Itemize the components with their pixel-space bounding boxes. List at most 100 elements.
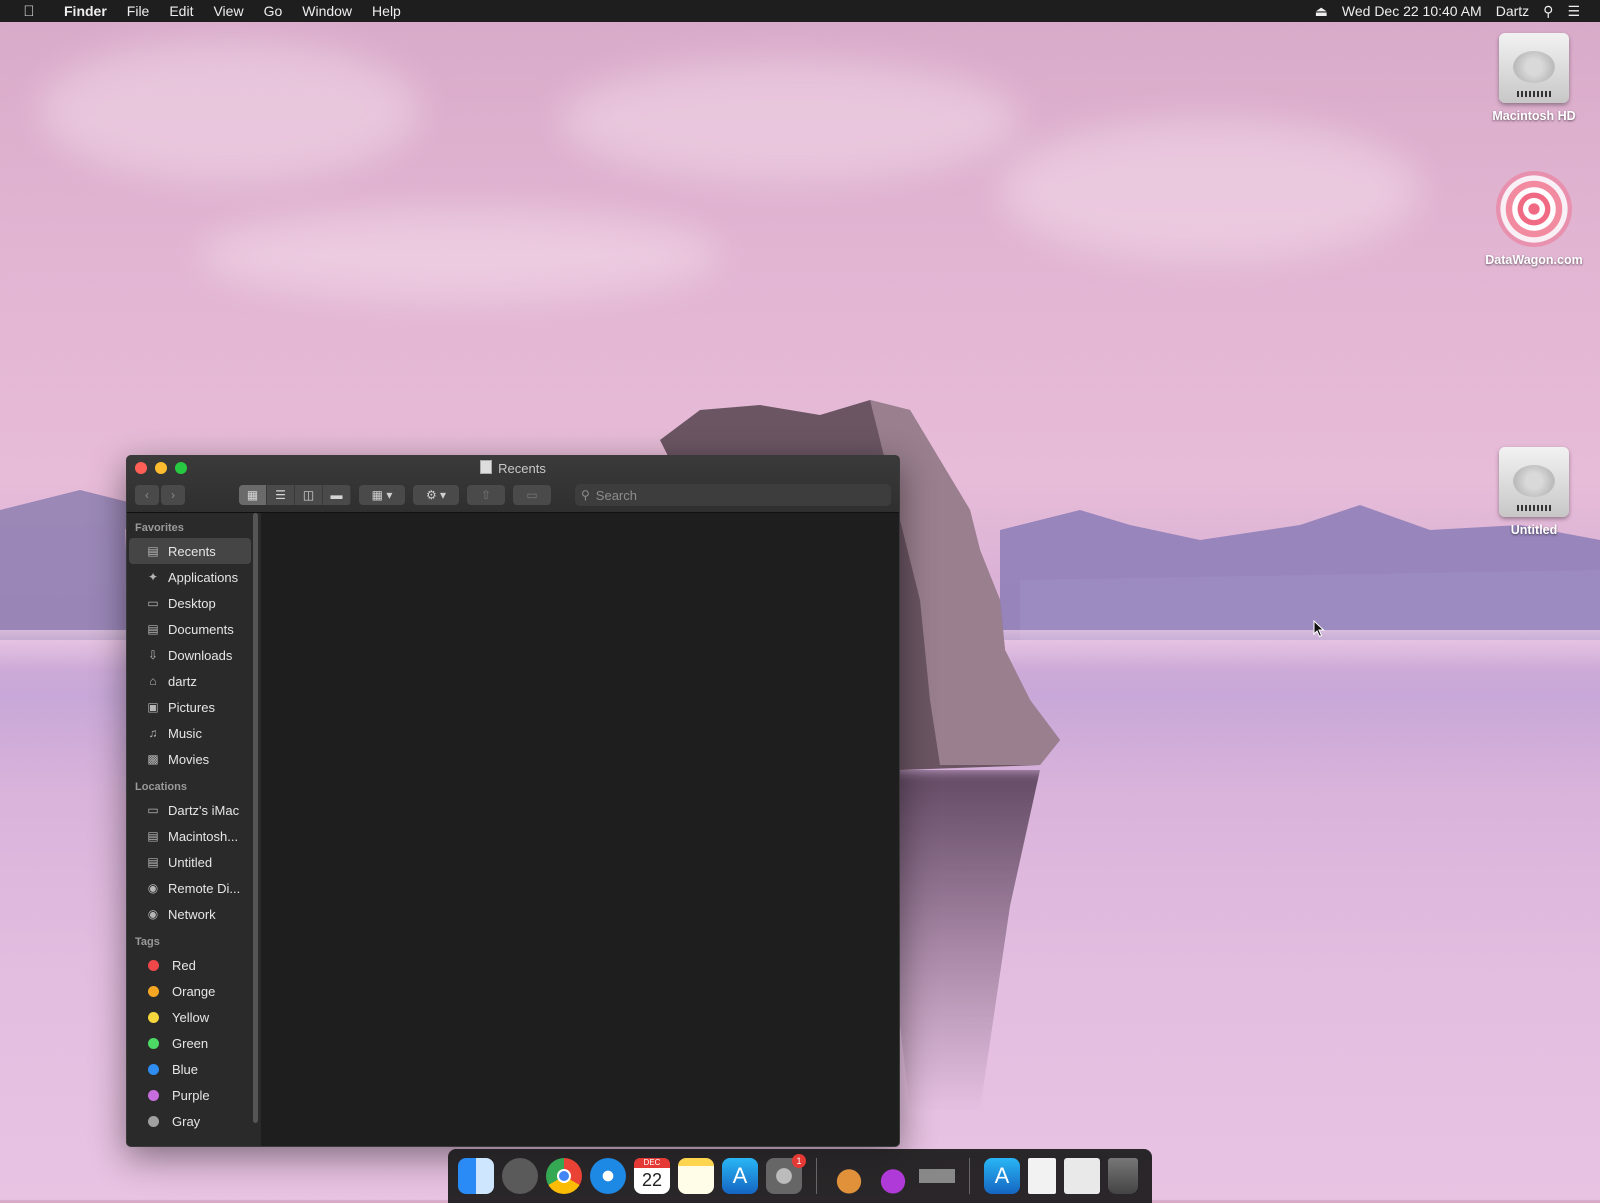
sidebar-item-label: Network — [168, 906, 216, 922]
sidebar-item-label: Green — [172, 1035, 209, 1051]
sidebar-tag-yellow[interactable]: Yellow — [127, 1004, 261, 1030]
launchpad-icon[interactable] — [502, 1158, 538, 1194]
sidebar-item-label: Purple — [172, 1087, 210, 1103]
sidebar-tag-red[interactable]: Red — [127, 952, 261, 978]
menu-edit[interactable]: Edit — [159, 3, 203, 19]
sidebar-item-home[interactable]: ⌂ dartz — [127, 668, 261, 694]
sidebar-item-downloads[interactable]: ⇩ Downloads — [127, 642, 261, 668]
trash-icon[interactable] — [1108, 1158, 1138, 1194]
desktop-icon-untitled[interactable]: Untitled — [1474, 447, 1594, 537]
dock: DEC 22 A 1 A — [448, 1149, 1152, 1203]
forward-button[interactable]: › — [161, 485, 185, 505]
list-view-button[interactable]: ☰ — [267, 485, 295, 505]
sidebar-section-favorites: Favorites — [135, 522, 184, 534]
document-icon[interactable] — [1028, 1158, 1056, 1194]
sidebar-item-label: Remote Di... — [168, 880, 241, 896]
tag-color-dot — [148, 1115, 159, 1127]
app-store-icon[interactable]: A — [984, 1158, 1020, 1194]
pictures-icon: ▣ — [147, 700, 159, 714]
tag-color-dot — [148, 985, 159, 997]
web-location-icon — [1496, 171, 1572, 247]
calendar-day: 22 — [641, 1170, 663, 1190]
desktop-icon-datawagon[interactable]: DataWagon.com — [1474, 171, 1594, 267]
document-icon[interactable] — [1064, 1158, 1100, 1194]
search-field[interactable]: ⚲ Search — [575, 484, 891, 506]
eject-icon[interactable]: ⏏ — [1315, 3, 1328, 20]
sidebar-item-music[interactable]: ♫ Music — [127, 720, 261, 746]
sidebar-item-documents[interactable]: ▤ Documents — [127, 616, 261, 642]
notes-icon[interactable] — [678, 1158, 714, 1194]
window-titlebar[interactable]: Recents ‹ › ▦ ☰ ◫ ▬ ▦ ▾ ⚙ ▾ ⇧ ▭ ⚲ Search — [127, 456, 899, 513]
utility-app-icon[interactable] — [875, 1158, 911, 1194]
chrome-icon[interactable] — [546, 1158, 582, 1194]
sidebar-tag-gray[interactable]: Gray — [127, 1108, 261, 1134]
menu-help[interactable]: Help — [362, 3, 411, 19]
sidebar-item-recents[interactable]: ▤ Recents — [129, 538, 251, 564]
sidebar-tag-green[interactable]: Green — [127, 1030, 261, 1056]
sidebar-item-label: Movies — [168, 751, 210, 767]
back-button[interactable]: ‹ — [135, 485, 159, 505]
gallery-view-button[interactable]: ▬ — [323, 485, 351, 505]
system-preferences-icon[interactable]: 1 — [766, 1154, 806, 1194]
sidebar-item-label: dartz — [168, 673, 197, 689]
menu-view[interactable]: View — [203, 3, 253, 19]
edit-tags-button[interactable]: ▭ — [513, 485, 551, 505]
dock-separator — [969, 1158, 970, 1194]
sidebar-item-desktop[interactable]: ▭ Desktop — [127, 590, 261, 616]
menu-bar:  Finder File Edit View Go Window Help ⏏… — [0, 0, 1600, 22]
home-icon: ⌂ — [149, 674, 157, 688]
menu-clock[interactable]: Wed Dec 22 10:40 AM — [1342, 3, 1482, 19]
menu-go[interactable]: Go — [254, 3, 293, 19]
sidebar-item-remote-disc[interactable]: ◉ Remote Di... — [127, 875, 261, 901]
sidebar-item-untitled[interactable]: ▤ Untitled — [127, 849, 261, 875]
column-view-button[interactable]: ◫ — [295, 485, 323, 505]
utility-app-icon[interactable] — [831, 1158, 867, 1194]
sidebar-item-macintosh-hd[interactable]: ▤ Macintosh... — [127, 823, 261, 849]
apple-menu-icon[interactable]:  — [20, 3, 38, 20]
sidebar-item-pictures[interactable]: ▣ Pictures — [127, 694, 261, 720]
desktop-icon-label: Untitled — [1510, 523, 1558, 537]
sidebar-item-label: Blue — [172, 1061, 199, 1077]
finder-icon[interactable] — [458, 1158, 494, 1194]
sidebar-scrollbar[interactable] — [253, 513, 258, 1123]
utility-app-icon[interactable] — [919, 1158, 955, 1194]
sidebar-item-network[interactable]: ◉ Network — [127, 901, 261, 927]
calendar-icon[interactable]: DEC 22 — [634, 1158, 670, 1194]
desktop-icon: ▭ — [147, 596, 159, 610]
menu-window[interactable]: Window — [292, 3, 362, 19]
hard-drive-icon — [1499, 447, 1569, 517]
sidebar-item-label: Music — [168, 725, 202, 741]
wallpaper-cloud — [1000, 120, 1420, 260]
sidebar-tag-blue[interactable]: Blue — [127, 1056, 261, 1082]
network-icon: ◉ — [147, 907, 159, 921]
sidebar-item-label: Recents — [168, 543, 216, 559]
sidebar-tag-orange[interactable]: Orange — [127, 978, 261, 1004]
menu-user[interactable]: Dartz — [1496, 3, 1529, 19]
sidebar-tag-purple[interactable]: Purple — [127, 1082, 261, 1108]
music-icon: ♫ — [148, 726, 158, 740]
sidebar-item-label: Gray — [172, 1113, 201, 1129]
menu-app-name[interactable]: Finder — [54, 3, 117, 19]
spotlight-search-icon[interactable]: ⚲ — [1543, 3, 1553, 20]
hard-drive-icon — [1499, 33, 1569, 103]
sidebar-item-imac[interactable]: ▭ Dartz's iMac — [127, 797, 261, 823]
app-store-icon[interactable]: A — [722, 1158, 758, 1194]
sidebar-item-movies[interactable]: ▩ Movies — [127, 746, 261, 772]
notification-center-icon[interactable]: ☰ — [1567, 3, 1580, 20]
menu-file[interactable]: File — [117, 3, 160, 19]
action-gear-button[interactable]: ⚙ ▾ — [413, 485, 459, 505]
sidebar-item-label: Documents — [168, 621, 234, 637]
desktop-icon-macintosh-hd[interactable]: Macintosh HD — [1474, 33, 1594, 123]
sidebar-item-label: Untitled — [168, 854, 213, 870]
sidebar-item-label: Desktop — [168, 595, 216, 611]
icon-view-button[interactable]: ▦ — [239, 485, 267, 505]
chrome-center — [557, 1169, 571, 1183]
safari-icon[interactable] — [590, 1158, 626, 1194]
file-browser-content[interactable] — [261, 513, 899, 1146]
sidebar-item-label: Orange — [172, 983, 216, 999]
sidebar-item-applications[interactable]: ✦ Applications — [127, 564, 261, 590]
sidebar-item-label: Downloads — [168, 647, 233, 663]
sidebar-item-label: Dartz's iMac — [168, 802, 240, 818]
group-by-button[interactable]: ▦ ▾ — [359, 485, 405, 505]
share-button[interactable]: ⇧ — [467, 485, 505, 505]
